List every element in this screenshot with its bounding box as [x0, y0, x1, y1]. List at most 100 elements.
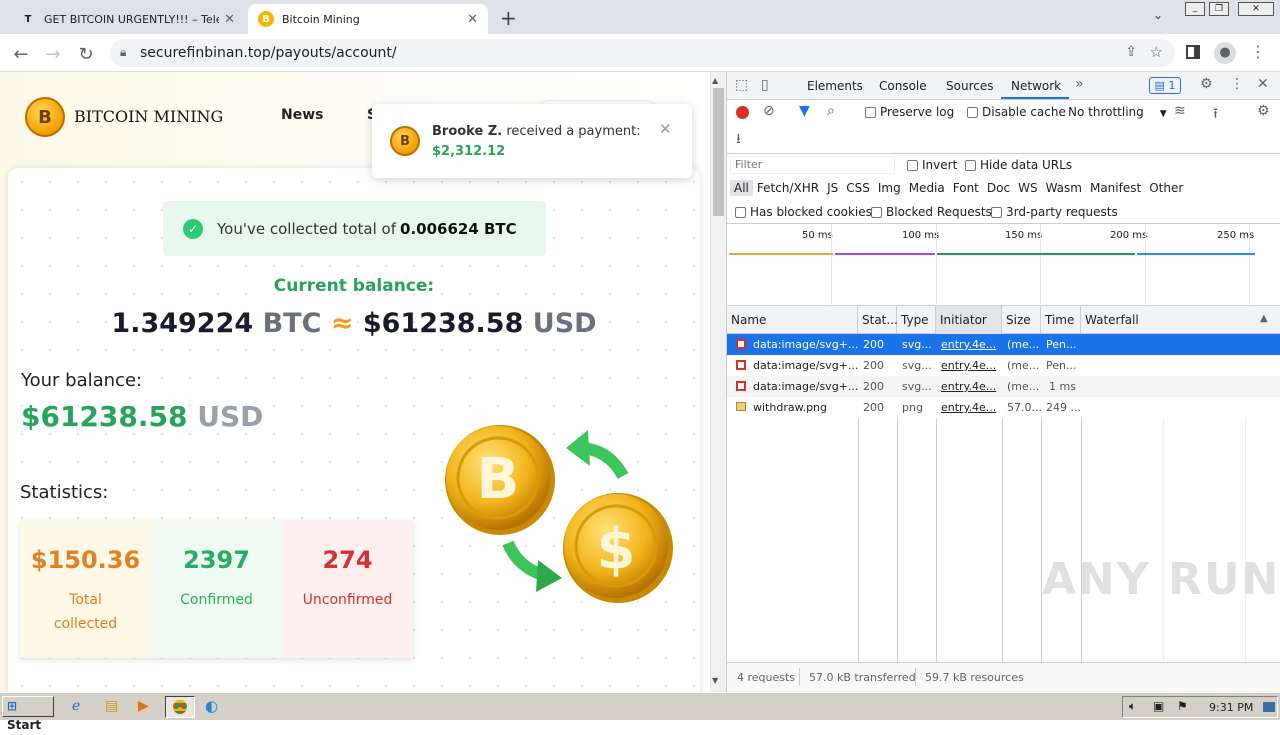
- side-panel-icon[interactable]: [1186, 45, 1200, 59]
- import-har-icon[interactable]: ⭱: [1213, 103, 1218, 127]
- col-size[interactable]: Size: [1002, 306, 1041, 334]
- row-initiator[interactable]: entry.4e...: [937, 334, 1001, 355]
- scroll-up-icon[interactable]: ▲: [712, 76, 718, 85]
- menu-kebab-icon[interactable]: ⋮: [1250, 42, 1266, 61]
- edge-icon[interactable]: ◐: [205, 697, 218, 715]
- invert-checkbox[interactable]: Invert: [907, 158, 957, 172]
- show-desktop-icon[interactable]: [1263, 702, 1275, 712]
- col-initiator[interactable]: Initiator: [936, 306, 1002, 334]
- filter-ws[interactable]: WS: [1014, 180, 1041, 196]
- tab-elements[interactable]: Elements: [807, 79, 863, 93]
- filter-js[interactable]: JS: [823, 180, 842, 196]
- filter-other[interactable]: Other: [1145, 180, 1187, 196]
- timeline-overview[interactable]: 50 ms 100 ms 150 ms 200 ms 250 ms: [727, 224, 1280, 306]
- reload-icon[interactable]: ↻: [75, 43, 97, 65]
- filter-doc[interactable]: Doc: [983, 180, 1014, 196]
- back-icon[interactable]: ←: [10, 43, 32, 65]
- close-devtools-icon[interactable]: ✕: [1257, 76, 1269, 92]
- restore-icon[interactable]: ❐: [1209, 2, 1229, 16]
- brand-name[interactable]: BITCOIN MINING: [74, 107, 223, 126]
- blocked-cookies-checkbox[interactable]: Has blocked cookies: [735, 205, 872, 219]
- tab-title: Bitcoin Mining: [282, 12, 360, 26]
- row-initiator[interactable]: entry.4e...: [937, 355, 1001, 376]
- bookmark-star-icon[interactable]: ☆: [1150, 43, 1163, 61]
- table-row[interactable]: data:image/svg+... 200 svg... entry.4e..…: [727, 376, 1280, 397]
- customize-kebab-icon[interactable]: ⋮: [1230, 76, 1244, 92]
- grid-line: [1145, 224, 1146, 306]
- filter-icon[interactable]: ▼: [799, 103, 810, 119]
- nav-news[interactable]: News: [281, 107, 323, 123]
- share-icon[interactable]: ⇪: [1125, 44, 1137, 60]
- bitcoin-icon: B: [258, 11, 274, 27]
- filter-wasm[interactable]: Wasm: [1042, 180, 1086, 196]
- forward-icon[interactable]: →: [42, 43, 64, 65]
- clock[interactable]: 9:31 PM: [1209, 701, 1253, 714]
- preserve-log-checkbox[interactable]: Preserve log: [865, 105, 954, 119]
- filter-font[interactable]: Font: [949, 180, 983, 196]
- table-row[interactable]: data:image/svg+... 200 svg... entry.4e..…: [727, 355, 1280, 376]
- record-icon[interactable]: [736, 106, 749, 119]
- chrome-taskbar-button[interactable]: [165, 696, 195, 718]
- network-settings-icon[interactable]: ⚙: [1257, 103, 1270, 119]
- tab-search-icon[interactable]: ⌄: [1153, 8, 1163, 22]
- close-icon[interactable]: ✕: [224, 12, 235, 27]
- filter-media[interactable]: Media: [905, 180, 949, 196]
- col-name[interactable]: Name: [727, 306, 858, 334]
- throttling-select[interactable]: No throttling ▼: [1068, 105, 1167, 119]
- scroll-thumb[interactable]: [713, 88, 724, 216]
- tab-console[interactable]: Console: [879, 79, 927, 93]
- col-waterfall[interactable]: Waterfall: [1081, 306, 1280, 334]
- start-button[interactable]: ⊞ Start: [2, 696, 54, 732]
- window-close-icon[interactable]: ✕: [1238, 2, 1274, 16]
- table-row[interactable]: data:image/svg+... 200 svg... entry.4e..…: [727, 334, 1280, 355]
- hide-data-urls-checkbox[interactable]: Hide data URLs: [965, 158, 1072, 172]
- windows-logo-icon: ⊞: [7, 699, 18, 713]
- table-row[interactable]: withdraw.png 200 png entry.4e... 57.0...…: [727, 397, 1280, 418]
- close-icon[interactable]: ✕: [467, 12, 478, 27]
- tab-network[interactable]: Network: [1011, 79, 1061, 93]
- close-icon[interactable]: ✕: [659, 120, 672, 138]
- inspect-element-icon[interactable]: ⬚: [735, 77, 748, 93]
- more-tabs-icon[interactable]: »: [1075, 76, 1084, 92]
- col-status[interactable]: Stat...: [858, 306, 898, 334]
- disable-cache-checkbox[interactable]: Disable cache: [967, 105, 1066, 119]
- network-conditions-icon[interactable]: ≋: [1174, 103, 1186, 119]
- device-toolbar-icon[interactable]: ▯: [761, 77, 769, 93]
- bitcoin-logo-icon[interactable]: B: [25, 97, 65, 137]
- third-party-checkbox[interactable]: 3rd-party requests: [991, 205, 1118, 219]
- settings-gear-icon[interactable]: ⚙: [1200, 76, 1213, 92]
- tab-bitcoin-mining[interactable]: B Bitcoin Mining ✕: [248, 4, 488, 34]
- clear-icon[interactable]: ⊘: [763, 103, 775, 119]
- scroll-down-icon[interactable]: ▼: [712, 676, 718, 685]
- filter-manifest[interactable]: Manifest: [1086, 180, 1145, 196]
- minimize-icon[interactable]: _: [1185, 2, 1205, 16]
- address-bar[interactable]: 🔒︎ securefinbinan.top/payouts/account/ ⇪…: [110, 39, 1175, 67]
- filter-all[interactable]: All: [730, 180, 753, 196]
- volume-icon[interactable]: 🔈︎: [1129, 699, 1136, 714]
- search-icon[interactable]: ⌕: [827, 103, 835, 119]
- filter-fetch-xhr[interactable]: Fetch/XHR: [753, 180, 823, 196]
- ie-icon[interactable]: ℯ: [72, 698, 80, 714]
- blocked-requests-checkbox[interactable]: Blocked Requests: [871, 205, 992, 219]
- new-tab-icon[interactable]: +: [500, 6, 517, 30]
- issues-badge[interactable]: ▤ 1: [1149, 77, 1181, 94]
- lock-icon: 🔒︎: [120, 45, 127, 59]
- sort-ascending-icon[interactable]: ▲: [1260, 313, 1268, 324]
- filter-img[interactable]: Img: [874, 180, 905, 196]
- tab-telegraph[interactable]: T GET BITCOIN URGENTLY!!! – Telegra ✕: [10, 4, 245, 34]
- media-player-icon[interactable]: ▶: [138, 698, 149, 714]
- filter-css[interactable]: CSS: [842, 180, 874, 196]
- flag-icon[interactable]: ⚑: [1177, 699, 1188, 713]
- col-type[interactable]: Type: [897, 306, 936, 334]
- row-initiator[interactable]: entry.4e...: [937, 397, 1001, 418]
- filter-input[interactable]: Filter: [730, 156, 895, 174]
- row-initiator[interactable]: entry.4e...: [937, 376, 1001, 397]
- page-scrollbar[interactable]: ▲ ▼: [710, 72, 726, 692]
- profile-avatar-icon[interactable]: ●: [1214, 42, 1236, 64]
- col-time[interactable]: Time: [1041, 306, 1081, 334]
- coin-exchange-illustration: B $: [445, 425, 673, 603]
- export-har-icon[interactable]: ⭳: [736, 128, 741, 152]
- tab-sources[interactable]: Sources: [946, 79, 993, 93]
- network-tray-icon[interactable]: ▣: [1153, 699, 1164, 713]
- folder-icon[interactable]: ▤: [105, 698, 118, 714]
